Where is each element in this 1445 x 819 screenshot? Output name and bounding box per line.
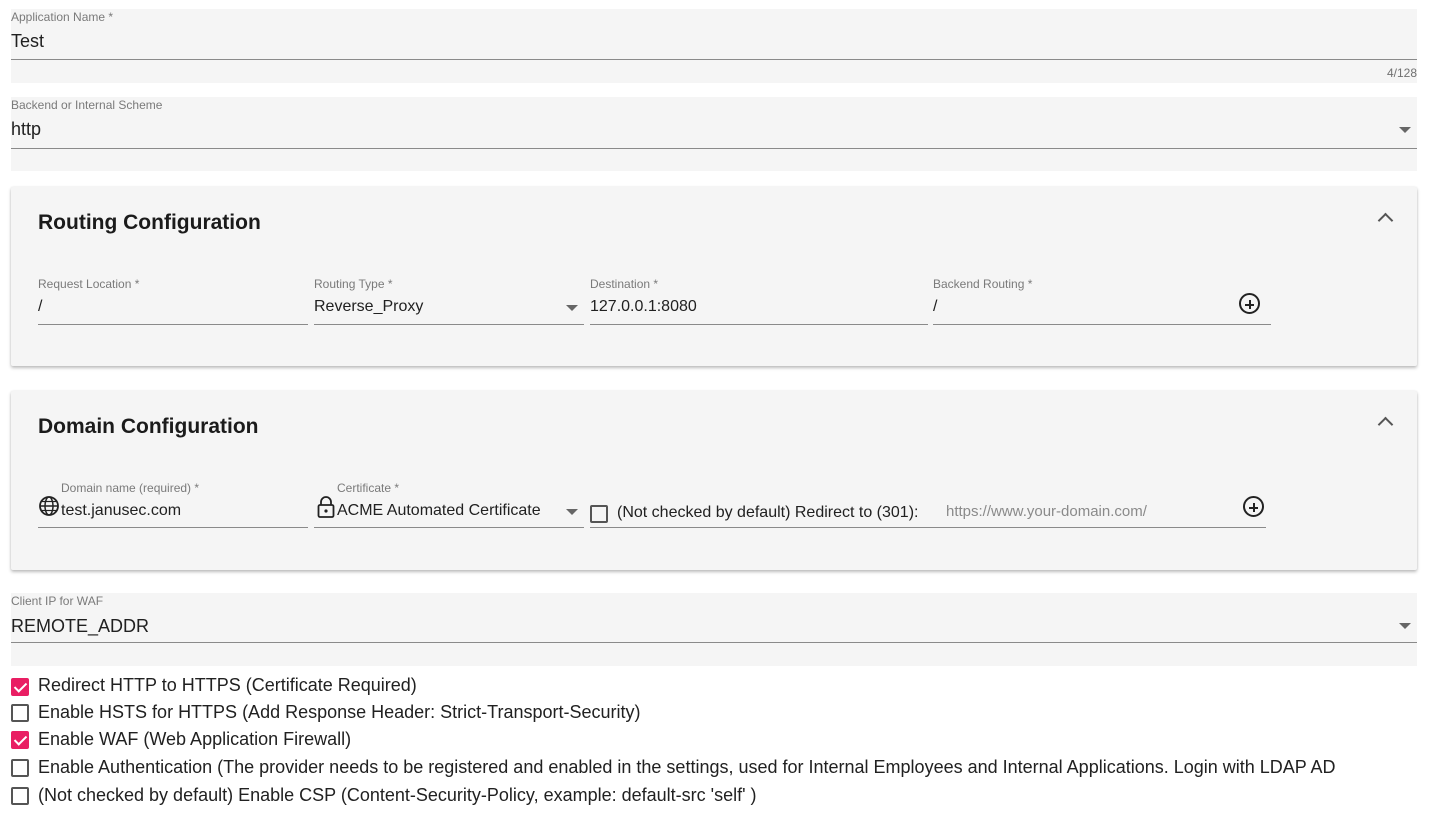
option-redirect-https[interactable]: Redirect HTTP to HTTPS (Certificate Requ… <box>0 672 1445 698</box>
option-label: Enable WAF (Web Application Firewall) <box>38 729 352 749</box>
client-ip-helper-row <box>11 643 1417 666</box>
domain-configuration-panel: Domain Configuration Domain name (requir… <box>11 391 1417 570</box>
destination-field[interactable]: Destination * 127.0.0.1:8080 <box>590 277 928 325</box>
routing-type-select[interactable]: Routing Type * Reverse_Proxy <box>314 277 584 325</box>
character-counter: 4/128 <box>1386 66 1417 80</box>
option-enable-csp[interactable]: (Not checked by default) Enable CSP (Con… <box>0 783 1445 809</box>
client-ip-select[interactable]: Client IP for WAF REMOTE_ADDR <box>11 593 1417 643</box>
backend-scheme-label: Backend or Internal Scheme <box>11 98 163 112</box>
backend-routing-value: / <box>933 298 938 315</box>
option-checkbox[interactable] <box>11 759 29 777</box>
application-name-label: Application Name * <box>11 10 114 24</box>
backend-scheme-value: http <box>11 119 42 139</box>
redirect-url-input[interactable]: https://www.your-domain.com/ <box>946 503 1147 520</box>
destination-value: 127.0.0.1:8080 <box>590 298 697 315</box>
domain-configuration-title: Domain Configuration <box>38 415 259 438</box>
option-enable-waf[interactable]: Enable WAF (Web Application Firewall) <box>0 727 1445 753</box>
destination-label: Destination * <box>590 277 659 291</box>
application-name-helper-row: 4/128 <box>11 60 1417 83</box>
option-label: Redirect HTTP to HTTPS (Certificate Requ… <box>38 675 417 695</box>
routing-type-label: Routing Type * <box>314 277 393 291</box>
certificate-label: Certificate * <box>337 481 400 495</box>
option-enable-authentication[interactable]: Enable Authentication (The provider need… <box>0 755 1445 781</box>
backend-routing-label: Backend Routing * <box>933 277 1033 291</box>
request-location-label: Request Location * <box>38 277 140 291</box>
options-list: Redirect HTTP to HTTPS (Certificate Requ… <box>0 670 1445 819</box>
chevron-down-icon <box>1399 623 1411 629</box>
certificate-select[interactable]: Certificate * ACME Automated Certificate <box>314 481 584 528</box>
domain-name-value: test.janusec.com <box>61 502 182 519</box>
option-label: Enable HSTS for HTTPS (Add Response Head… <box>38 702 641 722</box>
domain-name-field[interactable]: Domain name (required) * test.janusec.co… <box>38 481 308 528</box>
collapse-domain-icon[interactable] <box>1377 416 1394 433</box>
domain-name-label: Domain name (required) * <box>61 481 200 495</box>
collapse-routing-icon[interactable] <box>1377 212 1394 229</box>
backend-scheme-select[interactable]: Backend or Internal Scheme http <box>11 97 1417 149</box>
redirect-field: (Not checked by default) Redirect to (30… <box>590 481 1266 528</box>
chevron-down-icon <box>1399 127 1411 133</box>
option-checkbox[interactable] <box>11 704 29 722</box>
option-enable-hsts[interactable]: Enable HSTS for HTTPS (Add Response Head… <box>0 700 1445 726</box>
routing-type-value: Reverse_Proxy <box>314 298 424 315</box>
option-label: (Not checked by default) Enable CSP (Con… <box>38 785 757 805</box>
request-location-field[interactable]: Request Location * / <box>38 277 308 325</box>
redirect-label: (Not checked by default) Redirect to (30… <box>617 504 919 521</box>
application-name-field[interactable]: Application Name * Test <box>11 9 1417 60</box>
add-route-icon[interactable] <box>1239 293 1260 314</box>
option-label: Enable Authentication (The provider need… <box>38 757 1336 777</box>
option-checkbox[interactable] <box>11 731 29 749</box>
request-location-value: / <box>38 298 43 315</box>
backend-routing-field[interactable]: Backend Routing * / <box>933 277 1271 325</box>
chevron-down-icon <box>566 509 578 515</box>
routing-configuration-panel: Routing Configuration Request Location *… <box>11 187 1417 366</box>
option-checkbox[interactable] <box>11 678 29 696</box>
certificate-value: ACME Automated Certificate <box>337 502 541 519</box>
add-domain-icon[interactable] <box>1243 496 1264 517</box>
routing-configuration-title: Routing Configuration <box>38 211 261 234</box>
application-name-value: Test <box>11 31 45 51</box>
backend-scheme-helper-row <box>11 149 1417 171</box>
client-ip-label: Client IP for WAF <box>11 594 104 608</box>
client-ip-value: REMOTE_ADDR <box>11 616 150 636</box>
redirect-checkbox[interactable] <box>590 505 608 523</box>
chevron-down-icon <box>566 305 578 311</box>
option-checkbox[interactable] <box>11 787 29 805</box>
